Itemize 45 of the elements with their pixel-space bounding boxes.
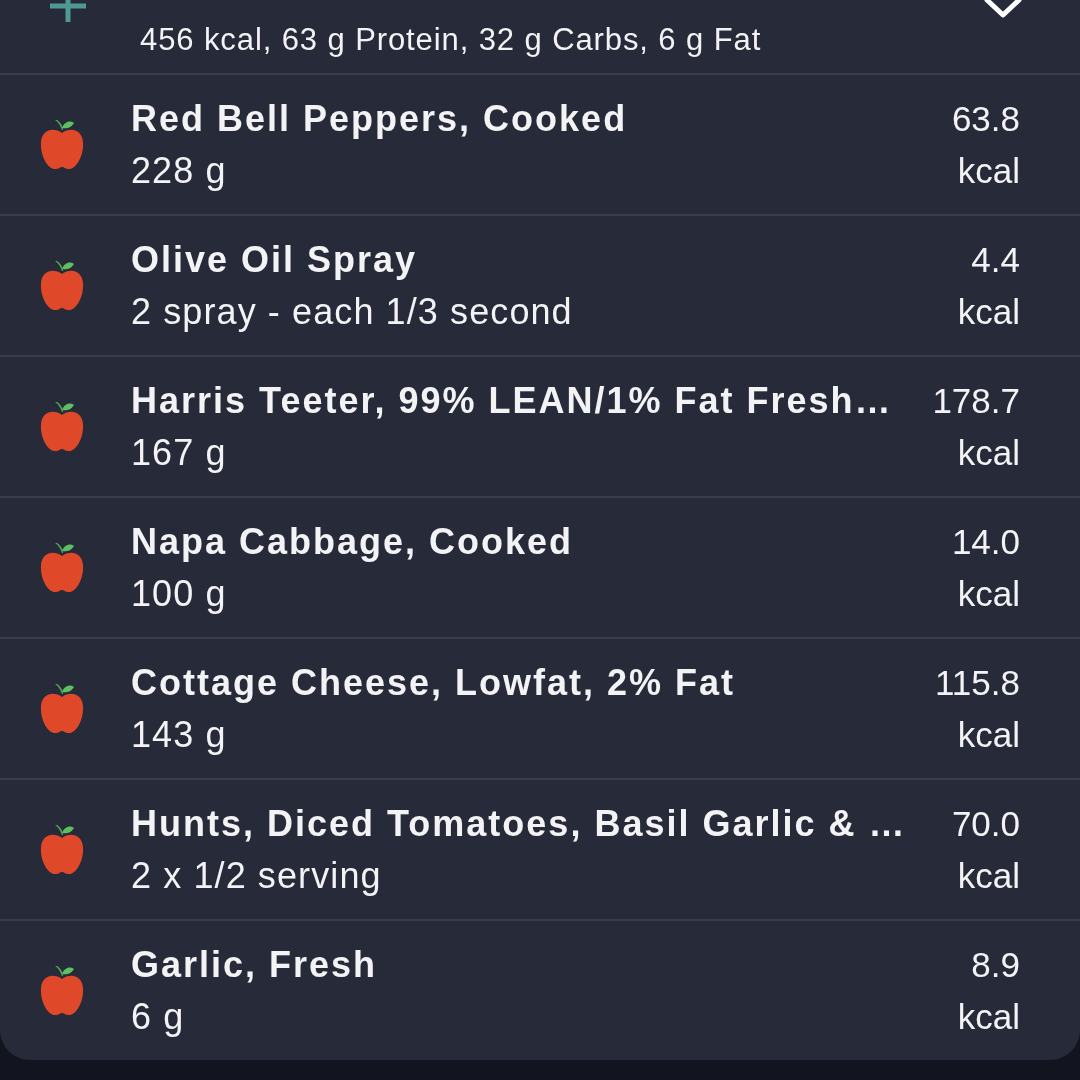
chevron-down-icon[interactable] [984,0,1022,18]
food-row[interactable]: Napa Cabbage, Cooked 100 g 14.0 kcal [0,498,1080,639]
apple-icon [40,683,84,734]
calorie-value: 14.0 [951,520,1020,563]
calorie-value: 115.8 [935,661,1020,704]
food-name: Harris Teeter, 99% LEAN/1% Fat Fresh… [131,379,894,422]
food-row[interactable]: Red Bell Peppers, Cooked 228 g 63.8 kcal [0,75,1080,216]
food-name: Hunts, Diced Tomatoes, Basil Garlic & … [131,802,908,845]
plus-icon[interactable] [50,0,86,22]
calorie-unit: kcal [957,713,1020,756]
apple-icon [40,542,84,593]
apple-icon [40,824,84,875]
calorie-unit: kcal [957,572,1020,615]
food-amount: 228 g [131,149,228,192]
calorie-unit: kcal [957,290,1020,333]
food-amount: 167 g [131,431,228,474]
apple-icon [40,401,84,452]
meal-summary: 456 kcal, 63 g Protein, 32 g Carbs, 6 g Fat [139,22,763,58]
food-name: Red Bell Peppers, Cooked [131,97,629,140]
food-amount: 2 spray - each 1/3 second [131,290,574,333]
food-name: Napa Cabbage, Cooked [131,520,575,563]
apple-icon [40,965,84,1016]
calorie-unit: kcal [957,995,1020,1038]
food-row[interactable]: Harris Teeter, 99% LEAN/1% Fat Fresh… 167 g 178.7 kcal [0,357,1080,498]
calorie-unit: kcal [957,431,1020,474]
food-amount: 143 g [131,713,228,756]
calorie-unit: kcal [957,149,1020,192]
food-amount: 6 g [131,995,186,1038]
calorie-value: 63.8 [951,97,1020,140]
calorie-unit: kcal [957,854,1020,897]
food-row[interactable]: Olive Oil Spray 2 spray - each 1/3 second 4.4 kcal [0,216,1080,357]
food-amount: 2 x 1/2 serving [131,854,383,897]
calorie-value: 8.9 [971,943,1020,986]
apple-icon [40,119,84,170]
calorie-value: 4.4 [971,238,1020,281]
calorie-value: 178.7 [932,379,1020,422]
food-amount: 100 g [131,572,228,615]
apple-icon [40,260,84,311]
calorie-value: 70.0 [951,802,1020,845]
food-name: Cottage Cheese, Lowfat, 2% Fat [131,661,737,704]
food-row[interactable]: Garlic, Fresh 6 g 8.9 kcal [0,921,1080,1060]
food-row[interactable]: Hunts, Diced Tomatoes, Basil Garlic & … 2 x 1/2 serving 70.0 kcal [0,780,1080,921]
food-name: Garlic, Fresh [131,943,379,986]
food-row[interactable]: Cottage Cheese, Lowfat, 2% Fat 143 g 115.8 kcal [0,639,1080,780]
food-name: Olive Oil Spray [131,238,419,281]
